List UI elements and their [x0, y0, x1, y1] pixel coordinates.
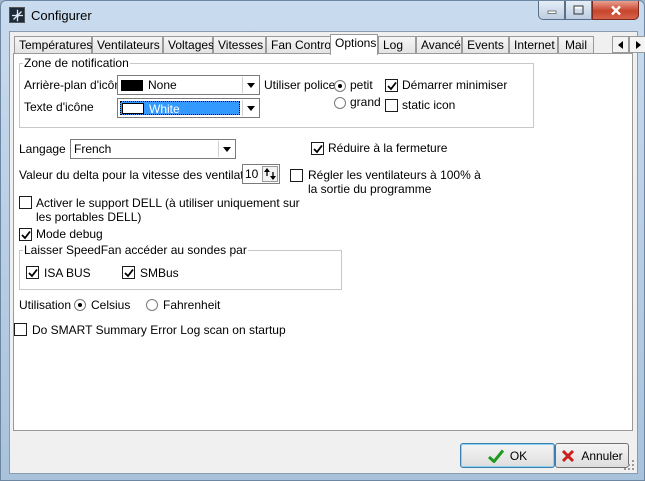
start-minimized-checkbox[interactable] — [385, 79, 398, 92]
window-title: Configurer — [31, 8, 92, 23]
debug-mode-label: Mode debug — [36, 227, 103, 241]
icon-text-selection: White — [120, 101, 240, 116]
checkmark-icon — [387, 81, 397, 91]
icon-background-label: Arrière-plan d'icône — [24, 78, 128, 92]
tab-scroll-right-button[interactable] — [629, 36, 645, 53]
cancel-button[interactable]: Annuler — [555, 443, 629, 468]
minimize-icon — [547, 10, 556, 14]
chevron-down-icon[interactable] — [242, 77, 258, 93]
fans-100-on-exit-checkbox[interactable] — [290, 169, 303, 182]
ok-button-label: OK — [509, 448, 528, 463]
notification-group — [19, 63, 534, 128]
smart-scan-label: Do SMART Summary Error Log scan on start… — [32, 323, 286, 337]
notification-group-label: Zone de notification — [23, 56, 130, 70]
static-icon-label: static icon — [402, 98, 456, 112]
language-label: Langage — [19, 142, 66, 156]
maximize-button[interactable] — [565, 1, 592, 20]
debug-mode-checkbox[interactable] — [19, 228, 32, 241]
fan-delta-value: 10 — [245, 167, 259, 181]
font-small-radio[interactable] — [334, 80, 346, 92]
arrow-left-icon — [617, 40, 623, 49]
arrow-right-icon — [635, 40, 641, 49]
checkmark-icon — [487, 449, 504, 463]
font-small-label: petit — [350, 78, 373, 92]
background-color-swatch — [121, 80, 143, 91]
icon-background-value: None — [148, 78, 177, 92]
tab-fan-control[interactable]: Fan Control — [266, 36, 334, 54]
fans-100-on-exit-label-line1: Régler les ventilateurs à 100% à — [308, 168, 481, 182]
tab-options[interactable]: Options — [330, 34, 378, 55]
speedfan-icon[interactable] — [9, 7, 25, 23]
isa-bus-checkbox[interactable] — [26, 266, 39, 279]
smbus-checkbox[interactable] — [122, 266, 135, 279]
tab-events[interactable]: Events — [462, 36, 509, 54]
start-minimized-label: Démarrer minimiser — [402, 78, 508, 92]
chevron-down-icon[interactable] — [242, 100, 258, 116]
dell-support-label-line1: Activer le support DELL (à utiliser uniq… — [36, 196, 300, 210]
title-bar[interactable]: Configurer — [1, 1, 644, 31]
icon-background-select[interactable]: None — [117, 75, 260, 95]
fan-delta-label: Valeur du delta pour la vitesse des vent… — [19, 168, 267, 182]
text-color-swatch — [122, 103, 144, 114]
tab-strip: Températures Ventilateurs Voltages Vites… — [14, 34, 645, 55]
maximize-icon — [573, 5, 584, 15]
fans-100-on-exit-label-line2: la sortie du programme — [308, 182, 432, 196]
minimize-button[interactable] — [538, 1, 565, 20]
ok-button[interactable]: OK — [460, 443, 555, 468]
close-icon — [610, 5, 621, 15]
icon-text-label: Texte d'icône — [24, 100, 94, 114]
tab-mail[interactable]: Mail — [558, 36, 594, 54]
units-label: Utilisation — [19, 298, 72, 312]
font-large-label: grand — [350, 95, 381, 109]
fahrenheit-radio[interactable] — [146, 299, 158, 311]
fahrenheit-label: Fahrenheit — [163, 298, 221, 312]
resize-grip-icon[interactable] — [623, 459, 635, 471]
static-icon-checkbox[interactable] — [385, 99, 398, 112]
sensors-group-label: Laisser SpeedFan accéder au sondes par — [23, 243, 248, 257]
language-select[interactable]: French — [70, 139, 236, 159]
celsius-label: Celsius — [91, 298, 131, 312]
dialog-client-area: Températures Ventilateurs Voltages Vites… — [9, 31, 645, 474]
fan-delta-spinner[interactable]: 10 — [242, 164, 280, 184]
cancel-button-label: Annuler — [581, 448, 623, 463]
smbus-label: SMBus — [140, 266, 179, 280]
tab-voltages[interactable]: Voltages — [163, 36, 214, 54]
spinner-updown-icon[interactable] — [262, 166, 278, 182]
configurer-window: Configurer Températures Ventilateurs Vol… — [0, 0, 645, 481]
tab-vitesses[interactable]: Vitesses — [213, 36, 266, 54]
icon-text-select[interactable]: White — [117, 98, 260, 118]
chevron-down-icon[interactable] — [218, 141, 234, 157]
dell-support-label-line2: les portables DELL) — [36, 210, 142, 224]
font-large-radio[interactable] — [334, 97, 346, 109]
icon-text-value: White — [149, 102, 180, 116]
celsius-radio[interactable] — [74, 299, 86, 311]
reduce-on-close-checkbox[interactable] — [311, 142, 324, 155]
font-label: Utiliser police — [264, 78, 336, 92]
tab-temperatures[interactable]: Températures — [14, 36, 92, 54]
tab-internet[interactable]: Internet — [509, 36, 558, 54]
tab-ventilateurs[interactable]: Ventilateurs — [92, 36, 163, 54]
close-button[interactable] — [592, 1, 639, 20]
reduce-on-close-label: Réduire à la fermeture — [328, 141, 448, 155]
checkmark-icon — [21, 230, 31, 240]
tab-scroll-left-button[interactable] — [612, 36, 629, 53]
language-value: French — [74, 142, 112, 156]
dell-support-checkbox[interactable] — [19, 196, 32, 209]
checkmark-icon — [124, 268, 134, 278]
tab-log[interactable]: Log — [378, 36, 416, 54]
isa-bus-label: ISA BUS — [44, 266, 91, 280]
checkmark-icon — [313, 144, 323, 154]
dialog-footer: OK Annuler — [10, 432, 637, 473]
options-panel: Zone de notification Arrière-plan d'icôn… — [13, 53, 633, 431]
smart-scan-checkbox[interactable] — [14, 323, 27, 336]
tab-avance[interactable]: Avancé — [416, 36, 462, 54]
close-icon — [562, 449, 575, 462]
checkmark-icon — [28, 268, 38, 278]
